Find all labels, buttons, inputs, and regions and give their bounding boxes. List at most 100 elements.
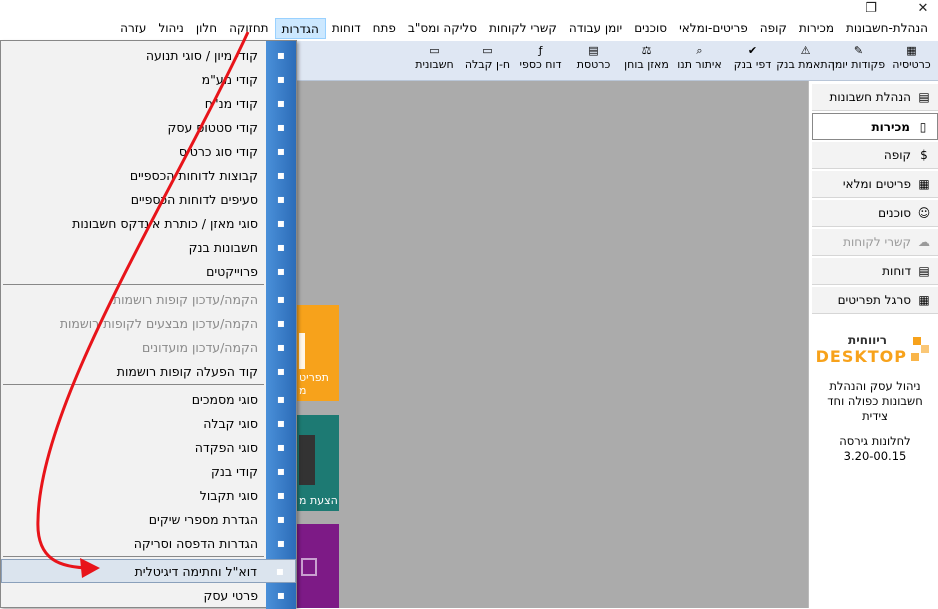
dropdown-item[interactable]: ▪ קודי מיון / סוגי תנועה <box>1 43 296 67</box>
nav-item[interactable]: ▤ דוחות <box>812 258 938 285</box>
toolbar-button[interactable]: ✔ דפי בנק <box>726 41 779 79</box>
list-icon <box>299 333 309 369</box>
toolbar-button[interactable]: ▭ חשבונית <box>408 41 461 79</box>
toolbar-button[interactable]: ⚖ מאזן בוחן <box>620 41 673 79</box>
dropdown-item[interactable]: ▪ סוגי מאזן / כותרת אינדקס חשבונות <box>1 211 296 235</box>
menu-bar: הנהלת-חשבונות מכירות קופה פריטים-ומלאי סוכני… <box>0 16 938 41</box>
dropdown-item[interactable]: ▪ הקמה/עדכון מבצעים לקופות רושמות <box>1 311 296 335</box>
menu-item[interactable]: ניהול <box>152 18 189 39</box>
nav-item[interactable]: ▤ הנהלת חשבונות <box>812 84 938 111</box>
menu-item[interactable]: הגדרות <box>274 18 326 39</box>
nav-item-label: דוחות <box>882 264 911 278</box>
settings-dropdown: ▪ קודי מיון / סוגי תנועה ▪ קודי מע"מ ▪ קודי מ… <box>0 40 297 609</box>
nav-item-label: קשרי לקוחות <box>843 235 911 249</box>
receipt-icon: ▭ <box>482 44 493 57</box>
invoice-icon: ▭ <box>429 44 440 57</box>
nav-item-label: פריטים ומלאי <box>842 177 911 191</box>
tile-item-menu[interactable]: תפריט מ <box>297 305 339 401</box>
dropdown-item-label: קודי מנ"ח <box>204 95 258 111</box>
dropdown-item[interactable]: ▪ סוגי הפקדה <box>1 435 296 459</box>
dropdown-item-label: הקמה/עדכון מועדונים <box>142 339 258 355</box>
tile-label: תפריט מ <box>299 371 329 397</box>
menu-item[interactable]: סוכנים <box>628 18 673 39</box>
brand-line-2: חשבונות כפולה וחד צידית <box>827 394 923 423</box>
toolbar-button-label: כרטיסיה <box>892 58 931 71</box>
nav-item[interactable]: ☁ קשרי לקוחות <box>812 229 938 256</box>
nav-item[interactable]: ▦ פריטים ומלאי <box>812 171 938 198</box>
nav-item-label: סוכנים <box>878 206 911 220</box>
toolbar-button-label: איתור תנו <box>677 58 722 71</box>
restore-icon[interactable]: ❐ <box>856 0 886 16</box>
nav-item-label: מכירות <box>871 119 910 134</box>
dropdown-item[interactable]: ▪ הגדרות הדפסה וסריקה <box>1 531 296 555</box>
right-panel: ▤ הנהלת חשבונות ▯ מכירות $ קופה ▦ פריטים ומלאי ☺… <box>808 81 938 608</box>
toolbar-button-label: דפי בנק <box>733 58 772 71</box>
document-icon: ▪ <box>276 392 286 406</box>
menu-item[interactable]: מכירות <box>793 18 840 39</box>
register-icon: ▪ <box>276 364 286 378</box>
dropdown-item-label: קודי סוג כרטיס <box>178 143 258 159</box>
dropdown-item[interactable]: ▪ סוגי קבלה <box>1 411 296 435</box>
dropdown-item[interactable]: ▪ קודי סוג כרטיס <box>1 139 296 163</box>
dropdown-item[interactable]: ▪ קודי סטטוס עסק <box>1 115 296 139</box>
toolbar-button[interactable]: ▤ כרטסת <box>567 41 620 79</box>
nav-item[interactable]: ▯ מכירות <box>812 113 938 140</box>
menu-item[interactable]: חלון <box>190 18 223 39</box>
toolbar-button-label: מאזן בוחן <box>624 58 669 71</box>
dropdown-item[interactable]: ▪ הגדרת מספרי שיקים <box>1 507 296 531</box>
dropdown-item-label: סוגי תקבול <box>199 487 258 503</box>
logo-square <box>911 353 919 361</box>
dropdown-item[interactable]: ▪ פרוייקטים <box>1 259 296 283</box>
dropdown-item-label: סעיפים לדוחות הכספיים <box>130 191 258 207</box>
dropdown-item-label: פרטי עסק <box>203 587 258 603</box>
dropdown-item[interactable]: ▪ פרטי עסק <box>1 583 296 607</box>
dropdown-item[interactable]: ▪ סעיפים לדוחות הכספיים <box>1 187 296 211</box>
dropdown-item[interactable]: ▪ קודי מנ"ח <box>1 91 296 115</box>
dropdown-item-label: פרוייקטים <box>206 263 258 279</box>
dropdown-item[interactable]: ▪ קודי מע"מ <box>1 67 296 91</box>
menu-item[interactable]: קופה <box>754 18 793 39</box>
toolbar-button-label: חשבונית <box>415 58 454 71</box>
tile-label: הצעת מ <box>299 494 338 507</box>
dropdown-item[interactable]: ▪ דוא"ל וחתימה דיגיטלית <box>1 559 296 583</box>
card-icon: ▦ <box>906 44 917 57</box>
dropdown-item[interactable]: ▪ קודי בנק <box>1 459 296 483</box>
dropdown-item[interactable]: ▪ קוד הפעלה קופות רושמות <box>1 359 296 383</box>
dropdown-item[interactable]: ▪ הקמה/עדכון קופות רושמות <box>1 287 296 311</box>
toolbar-button[interactable]: ▦ כרטיסיה <box>885 41 938 79</box>
brand-line-1: ניהול עסק והנהלת <box>829 379 921 393</box>
items-icon: ▦ <box>918 177 930 191</box>
nav-item[interactable]: $ קופה <box>812 142 938 169</box>
ledger-icon: ▤ <box>918 90 930 104</box>
dropdown-item[interactable]: ▪ סוגי מסמכים <box>1 387 296 411</box>
agent-icon: ☺ <box>917 206 931 220</box>
toolbar-button[interactable]: ⌕ איתור תנו <box>673 41 726 79</box>
toolbar-button[interactable]: ▭ ח-ן קבלה <box>461 41 514 79</box>
menu-item[interactable]: פתח <box>367 18 402 39</box>
dropdown-item[interactable]: ▪ קבוצות לדוחות הכספיים <box>1 163 296 187</box>
dropdown-item-label: קודי סטטוס עסק <box>167 119 259 135</box>
menu-item[interactable]: הנהלת-חשבונות <box>840 18 934 39</box>
toolbar-button[interactable]: ⚠ התאמת בנק <box>776 41 835 79</box>
dropdown-item[interactable]: ▪ סוגי תקבול <box>1 483 296 507</box>
menu-item[interactable]: פריטים-ומלאי <box>673 18 754 39</box>
check-icon: ✔ <box>747 44 758 57</box>
menu-item[interactable]: סליקה ומס"ב <box>402 18 483 39</box>
card-type-icon: ▪ <box>276 144 286 158</box>
toolbar-button[interactable]: ƒ דוח כספי <box>514 41 567 79</box>
menu-item[interactable]: תחזוקה <box>223 18 275 39</box>
menu-item[interactable]: דוחות <box>326 18 367 39</box>
nav-item[interactable]: ☺ סוכנים <box>812 200 938 227</box>
menu-item[interactable]: יומן עבודה <box>563 18 628 39</box>
close-icon[interactable]: ✕ <box>908 0 938 16</box>
dropdown-item[interactable]: ▪ הקמה/עדכון מועדונים <box>1 335 296 359</box>
tile-purple[interactable] <box>297 524 339 608</box>
menu-item[interactable]: קשרי לקוחות <box>483 18 563 39</box>
tile-quote[interactable]: הצעת מ <box>297 415 339 511</box>
toolbar-button-label: פקודות יומן <box>831 58 886 71</box>
toolbar-button[interactable]: ✎ פקודות יומן <box>832 41 885 79</box>
dropdown-item[interactable]: ▪ חשבונות בנק <box>1 235 296 259</box>
project-icon: ▪ <box>276 264 286 278</box>
menu-item[interactable]: עזרה <box>114 18 152 39</box>
nav-item[interactable]: ▦ סרגל תפריטים <box>812 287 938 314</box>
